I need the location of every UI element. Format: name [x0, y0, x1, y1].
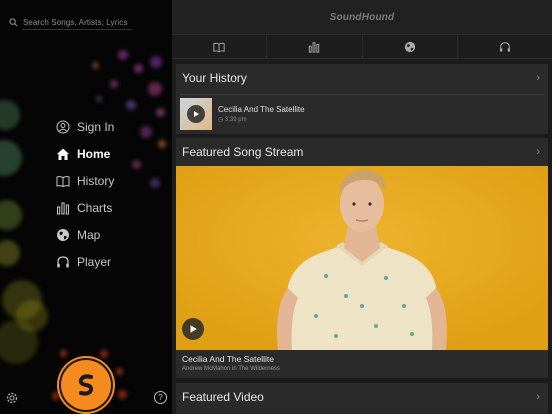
sidebar-item-label: Home [77, 146, 111, 161]
bokeh-light [0, 240, 20, 266]
sidebar-item-label: Sign In [77, 119, 115, 134]
bokeh-light [0, 200, 22, 230]
help-button[interactable]: ? [154, 391, 167, 404]
tab-history[interactable] [172, 35, 268, 58]
tab-bar [172, 34, 552, 59]
globe-icon [55, 227, 70, 242]
tab-map[interactable] [363, 35, 458, 58]
soundhound-listen-button[interactable] [61, 360, 111, 410]
search-icon [9, 17, 18, 26]
bokeh-light [116, 368, 123, 375]
sidebar-menu: Sign In Home History Charts Map Player [55, 113, 114, 275]
featured-video-card: Featured Video › [176, 383, 548, 414]
tab-player[interactable] [458, 35, 552, 58]
history-title: Your History [182, 71, 247, 85]
chevron-right-icon: › [536, 72, 540, 84]
sidebar-item-label: History [77, 173, 115, 188]
sidebar-item-history[interactable]: History [55, 167, 114, 194]
video-title: Featured Video [182, 390, 264, 404]
video-header[interactable]: Featured Video › [176, 383, 548, 411]
home-icon [55, 146, 70, 161]
bokeh-light [100, 350, 108, 358]
bokeh-light [132, 160, 141, 169]
play-button[interactable] [187, 104, 205, 123]
timestamp: ◷ 3:39 pm [218, 116, 305, 123]
app-window: Search Songs, Artists, Lyrics Sign In Ho… [0, 0, 552, 414]
featured-song-title[interactable]: Cecilia And The Satellite [182, 354, 274, 364]
bar-chart-icon [309, 41, 320, 53]
soundhound-logo-icon [78, 374, 94, 396]
featured-title: Featured Song Stream [182, 145, 304, 159]
top-bar: SoundHound [172, 0, 552, 34]
search-underline [22, 29, 132, 30]
sidebar: Search Songs, Artists, Lyrics Sign In Ho… [0, 0, 172, 414]
sidebar-item-charts[interactable]: Charts [55, 194, 114, 221]
search-bar[interactable]: Search Songs, Artists, Lyrics [9, 14, 169, 30]
bokeh-light [96, 96, 102, 102]
play-icon [194, 110, 199, 117]
clock-icon: ◷ [218, 116, 224, 123]
tab-charts[interactable] [267, 35, 363, 58]
sidebar-item-label: Charts [77, 200, 113, 215]
bokeh-light [52, 392, 60, 400]
bokeh-light [110, 80, 118, 88]
bokeh-light [148, 82, 162, 96]
song-title: Cecilia And The Satellite [218, 104, 305, 114]
history-text: Cecilia And The Satellite ◷ 3:39 pm [218, 105, 305, 123]
headphones-icon [499, 41, 510, 52]
sidebar-item-home[interactable]: Home [55, 140, 114, 167]
artist-photo [176, 166, 548, 350]
album-thumbnail [180, 97, 212, 130]
bokeh-light [0, 140, 22, 176]
book-icon [213, 42, 225, 52]
book-icon [55, 173, 70, 188]
featured-header[interactable]: Featured Song Stream › [176, 138, 548, 166]
bokeh-light [118, 390, 127, 399]
main-panel: SoundHound Your History › Cecilia And Th… [172, 0, 552, 414]
featured-artist-name[interactable]: Andrew McMahon in The Wilderness [182, 366, 280, 372]
bokeh-light [140, 126, 152, 138]
search-placeholder[interactable]: Search Songs, Artists, Lyrics [23, 18, 127, 27]
bokeh-light [134, 64, 143, 73]
history-header[interactable]: Your History › [176, 64, 548, 92]
bokeh-light [150, 178, 160, 188]
history-card: Your History › Cecilia And The Satellite… [176, 64, 548, 134]
sidebar-item-label: Map [77, 227, 101, 242]
gear-icon [6, 392, 18, 404]
bokeh-light [158, 140, 166, 148]
user-circle-icon [55, 119, 70, 134]
featured-song-card: Featured Song Stream › Cecilia And The S… [176, 138, 548, 378]
sidebar-item-player[interactable]: Player [55, 248, 114, 275]
list-item[interactable]: Cecilia And The Satellite ◷ 3:39 pm [180, 94, 544, 130]
bokeh-light [60, 350, 67, 357]
play-icon [190, 325, 197, 333]
timestamp-value: 3:39 pm [224, 116, 247, 123]
sidebar-item-label: Player [77, 254, 112, 269]
bokeh-light [92, 62, 99, 69]
settings-button[interactable] [5, 391, 19, 405]
bokeh-light [126, 100, 136, 110]
globe-icon [404, 41, 415, 52]
sidebar-item-map[interactable]: Map [55, 221, 114, 248]
bokeh-light [156, 108, 165, 117]
bokeh-light [0, 320, 38, 364]
play-button[interactable] [182, 318, 204, 340]
chevron-right-icon: › [536, 391, 540, 403]
bokeh-light [150, 56, 162, 68]
bokeh-light [0, 100, 20, 130]
app-title: SoundHound [329, 11, 395, 23]
featured-artist-image[interactable] [176, 166, 548, 350]
chevron-right-icon: › [536, 146, 540, 158]
sidebar-item-sign-in[interactable]: Sign In [55, 113, 114, 140]
bar-chart-icon [55, 200, 70, 215]
bokeh-light [118, 50, 128, 60]
headphones-icon [55, 254, 70, 269]
